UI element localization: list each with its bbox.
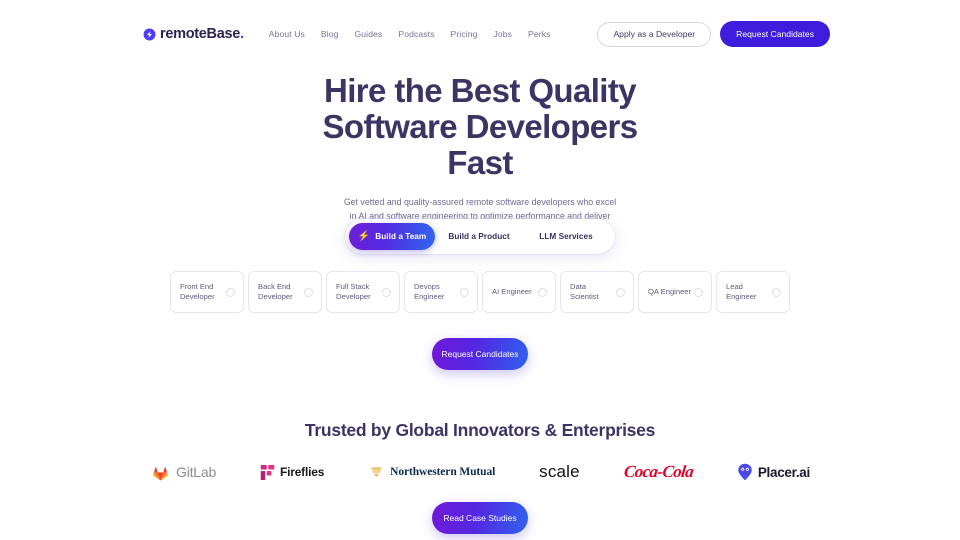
header-actions: Apply as a Developer Request Candidates: [597, 21, 830, 47]
request-candidates-cta-button[interactable]: Request Candidates: [432, 338, 528, 370]
role-card-qa-engineer[interactable]: QA Engineer: [638, 271, 712, 313]
northwestern-mutual-crest-icon: [370, 467, 383, 478]
logo-coca-cola-label: Coca-Cola: [622, 462, 694, 481]
role-card-data-scientist[interactable]: Data Scientist: [560, 271, 634, 313]
radio-icon[interactable]: [772, 287, 781, 297]
tab-build-a-team-label: Build a Team: [375, 232, 427, 241]
placer-pin-icon: [738, 463, 752, 481]
role-card-devops-engineer[interactable]: Devops Engineer: [404, 271, 478, 313]
logo-fireflies-label: Fireflies: [279, 465, 325, 479]
logo-scale: scale: [539, 457, 580, 487]
logo-gitlab: GitLab: [150, 457, 216, 487]
logo-northwestern-mutual: Northwestern Mutual: [368, 457, 495, 487]
radio-icon[interactable]: [538, 287, 547, 297]
nav-item-blog[interactable]: Blog: [321, 29, 339, 39]
service-type-switcher: ⚡ Build a Team Build a Product LLM Servi…: [345, 219, 615, 254]
role-label: Devops Engineer: [414, 281, 445, 302]
client-logo-row: GitLab Fireflies Northwestern Mutual sca…: [150, 455, 810, 489]
gitlab-tanuki-icon: [153, 467, 168, 481]
role-card-ai-engineer[interactable]: AI Engineer: [482, 271, 556, 313]
role-card-front-end-developer[interactable]: Front End Developer: [170, 271, 244, 313]
brand-logo[interactable]: remoteBase.: [143, 27, 244, 42]
radio-icon[interactable]: [616, 287, 625, 297]
tab-build-a-team[interactable]: ⚡ Build a Team: [349, 223, 435, 250]
role-selector: Front End Developer Back End Developer F…: [170, 271, 790, 313]
tab-llm-services[interactable]: LLM Services: [523, 223, 609, 250]
logo-fireflies: Fireflies: [260, 457, 324, 487]
fireflies-icon: [260, 464, 275, 480]
main-nav: About Us Blog Guides Podcasts Pricing Jo…: [269, 29, 551, 39]
page-title: Hire the Best Quality Software Developer…: [322, 72, 638, 181]
nav-item-podcasts[interactable]: Podcasts: [398, 29, 434, 39]
request-candidates-header-button[interactable]: Request Candidates: [720, 21, 830, 47]
role-card-full-stack-developer[interactable]: Full Stack Developer: [326, 271, 400, 313]
globe-icon: [143, 28, 156, 40]
nav-item-about-us[interactable]: About Us: [269, 29, 305, 39]
hero-section: Hire the Best Quality Software Developer…: [0, 68, 960, 237]
trusted-section-title: Trusted by Global Innovators & Enterpris…: [304, 420, 656, 440]
radio-icon[interactable]: [304, 287, 313, 297]
role-label: AI Engineer: [492, 286, 532, 296]
role-label: Full Stack Developer: [336, 281, 371, 302]
apply-as-developer-button[interactable]: Apply as a Developer: [597, 21, 712, 47]
nav-item-pricing[interactable]: Pricing: [451, 29, 478, 39]
role-card-lead-engineer[interactable]: Lead Engineer: [716, 271, 790, 313]
radio-icon[interactable]: [382, 287, 391, 297]
role-label: Lead Engineer: [726, 281, 757, 302]
logo-placer-ai-label: Placer.ai: [757, 464, 810, 480]
nav-item-guides[interactable]: Guides: [355, 29, 383, 39]
brand-name: remoteBase.: [160, 25, 244, 42]
radio-icon[interactable]: [460, 287, 469, 297]
logo-placer-ai: Placer.ai: [737, 457, 810, 487]
tab-build-a-product[interactable]: Build a Product: [435, 223, 523, 250]
logo-gitlab-label: GitLab: [176, 464, 217, 480]
role-card-back-end-developer[interactable]: Back End Developer: [248, 271, 322, 313]
logo-northwestern-mutual-label: Northwestern Mutual: [390, 466, 496, 478]
lightning-bolt-icon: ⚡: [357, 230, 371, 242]
logo-scale-label: scale: [539, 462, 580, 481]
read-case-studies-button[interactable]: Read Case Studies: [432, 502, 528, 534]
role-label: Back End Developer: [258, 281, 293, 302]
logo-coca-cola: Coca-Cola: [622, 457, 694, 487]
radio-icon[interactable]: [226, 287, 235, 297]
nav-item-perks[interactable]: Perks: [528, 29, 550, 39]
role-label: Data Scientist: [570, 281, 599, 302]
site-header: remoteBase. About Us Blog Guides Podcast…: [0, 0, 960, 68]
role-label: QA Engineer: [648, 286, 692, 296]
brand-dot: .: [240, 25, 244, 42]
nav-item-jobs[interactable]: Jobs: [493, 29, 512, 39]
landing-page: remoteBase. About Us Blog Guides Podcast…: [0, 0, 960, 540]
role-label: Front End Developer: [180, 281, 215, 302]
radio-icon[interactable]: [694, 287, 703, 297]
